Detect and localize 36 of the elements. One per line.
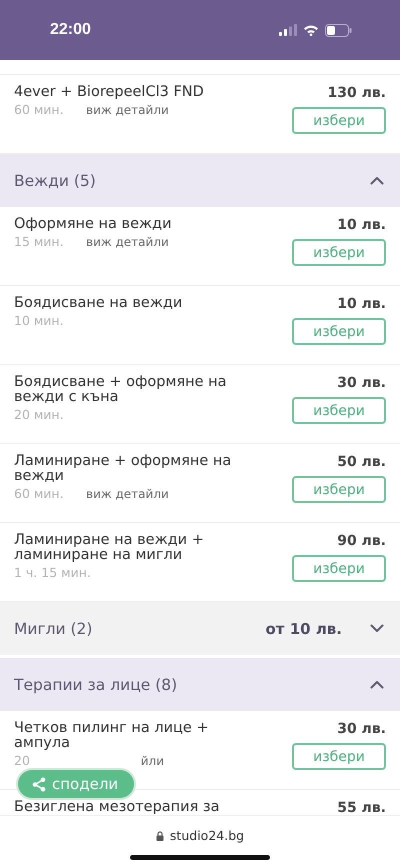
lock-icon <box>156 830 164 840</box>
wifi-icon <box>303 24 319 36</box>
share-icon <box>32 776 46 792</box>
chevron-icon <box>370 624 384 633</box>
service-duration: 15 мин. <box>14 235 65 250</box>
service-name: 4ever + BiorepeelCl3 FND <box>14 85 204 100</box>
service-name: Четков пилинг на лице + ампула <box>14 721 210 752</box>
service-duration: 20 мин. <box>14 408 65 422</box>
service-name: Ламиниране на вежди + ламиниране на мигли <box>14 533 205 564</box>
service-price: 50 лв. <box>337 454 386 470</box>
service-name: Оформяне на вежди <box>14 217 172 232</box>
clock-time: 22:00 <box>50 21 91 39</box>
service-name: Безиглена мезотерапия за <box>14 800 220 815</box>
service-price: 90 лв. <box>337 533 386 549</box>
service-price: 10 лв. <box>337 296 386 312</box>
category-header[interactable]: Вежди (5) <box>0 154 400 207</box>
category-header[interactable]: Мигли (2) от 10 лв. <box>0 602 400 658</box>
service-name: Боядисване + оформяне на вежди с къна <box>14 375 228 406</box>
address-bar[interactable]: studio24.bg <box>156 828 244 843</box>
details-link[interactable]: йли <box>86 754 164 768</box>
service-name: Боядисване на вежди <box>14 296 182 312</box>
service-price: 10 лв. <box>337 217 386 233</box>
service-duration: 20 <box>14 754 31 768</box>
service-price: 55 лв. <box>337 800 386 815</box>
service-price: 30 лв. <box>337 375 386 391</box>
signal-icon <box>279 24 297 36</box>
service-duration: 60 мин. <box>14 487 65 502</box>
service-duration: 10 мин. <box>14 314 65 328</box>
service-price: 130 лв. <box>327 85 386 101</box>
service-duration: 60 мин. <box>14 103 65 118</box>
battery-icon <box>325 24 352 36</box>
chevron-icon <box>370 680 384 689</box>
category-header[interactable]: Терапии за лице (8) <box>0 658 400 711</box>
service-price: 30 лв. <box>337 721 386 737</box>
chevron-icon <box>370 176 384 185</box>
service-name: Ламиниране + оформяне на вежди <box>14 454 232 484</box>
